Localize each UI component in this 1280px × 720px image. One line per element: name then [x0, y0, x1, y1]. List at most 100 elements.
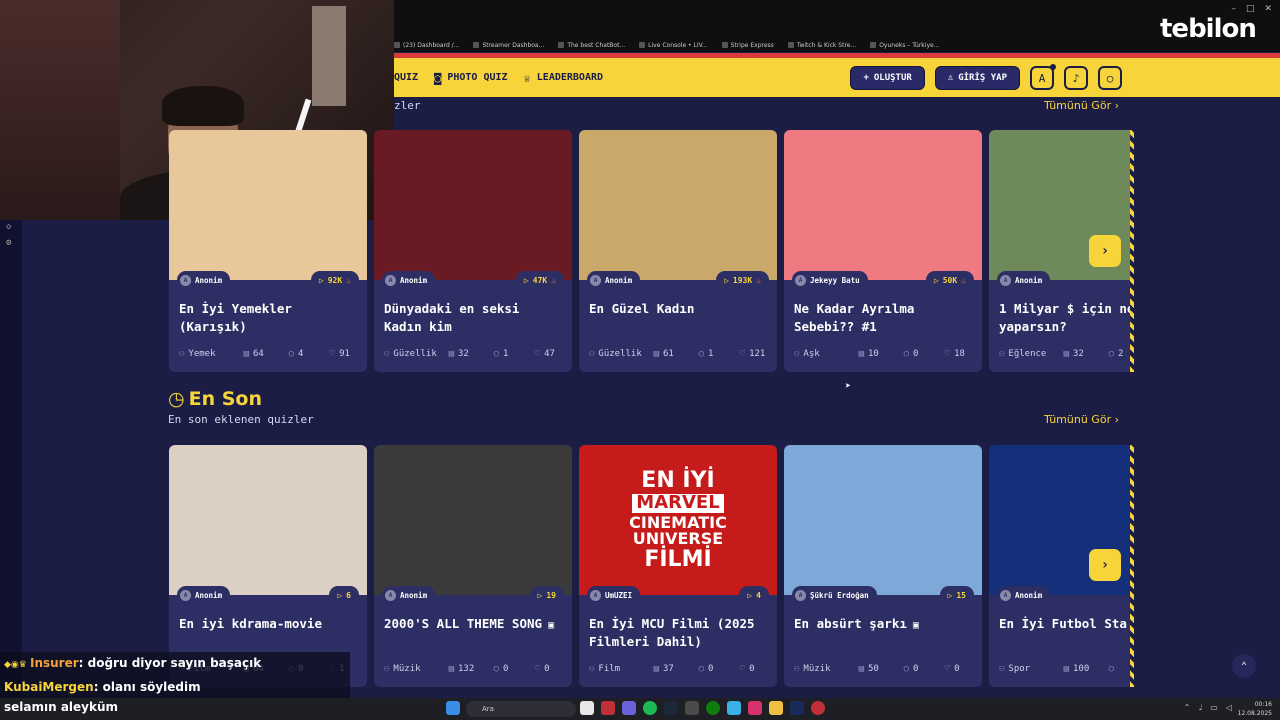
scroll-to-top-button[interactable]: ⌃ — [1232, 654, 1256, 678]
quiz-card[interactable]: A Anonim ▷ 92K ♨ En İyi Yemekler (Karışık) ⚇ Ye… — [169, 130, 367, 372]
question-count: 61 — [662, 349, 674, 359]
nav-leaderboard[interactable]: ♕ LEADERBOARD — [524, 71, 603, 85]
tag-icon: ⚇ — [999, 349, 1005, 359]
minimize-icon[interactable]: – — [1231, 4, 1236, 14]
quiz-title[interactable]: En Güzel Kadın — [589, 300, 769, 318]
quiz-title[interactable]: 2000'S ALL THEME SONG ▣ — [384, 615, 564, 635]
question-count-stat: ▤ 10 — [859, 349, 904, 359]
chat-text: : olanı söyledim — [93, 680, 201, 694]
images-icon: ▤ — [243, 349, 249, 359]
quiz-card[interactable]: A Anonim ▷ 193K ♨ En Güzel Kadın ⚇ Güzellik ▤ 61 ○… — [579, 130, 777, 372]
quiz-card[interactable]: A Jekeyy Batu ▷ 50K ♨ Ne Kadar Ayrılma Sebebi… — [784, 130, 982, 372]
chevron-up-icon[interactable]: ⌃ — [1184, 703, 1191, 712]
search-button[interactable]: ○ — [1098, 66, 1122, 90]
file-explorer-icon[interactable] — [580, 701, 594, 715]
bookmark-item[interactable]: The best ChatBot... — [558, 42, 625, 49]
quiz-title[interactable]: 1 Milyar $ için ne yaparsın? — [999, 300, 1133, 336]
quiz-title[interactable]: En İyi MCU Filmi (2025 Filmleri Dahil) — [589, 615, 769, 651]
volume-icon[interactable]: ◁ — [1226, 703, 1232, 712]
chevron-right-icon: › — [1100, 557, 1110, 573]
system-tray: ⌃ ♩ ▭ ◁ — [1184, 703, 1232, 712]
view-count: 19 — [546, 590, 556, 600]
maximize-icon[interactable]: □ — [1246, 4, 1255, 14]
popular-next-button[interactable]: › — [1089, 235, 1121, 267]
quiz-title[interactable]: Ne Kadar Ayrılma Sebebi?? #1 — [794, 300, 974, 336]
obs-icon[interactable] — [811, 701, 825, 715]
quiz-category-stat: ⚇ Spor — [999, 664, 1064, 674]
popular-see-all-link[interactable]: Tümünü Gör › — [1044, 99, 1119, 112]
author-badge: A Anonim — [382, 586, 436, 604]
notifications-button[interactable]: ♪ — [1064, 66, 1088, 90]
quiz-card[interactable]: EN İYİ MARVEL CINEMATIC UNIVERSE FİLMİ A UmUZE… — [579, 445, 777, 687]
comment-count: 0 — [502, 664, 509, 674]
latest-see-all-link[interactable]: Tümünü Gör › — [1044, 413, 1119, 426]
bookmark-item[interactable]: Live Console • LIV... — [639, 42, 708, 49]
author-name: Anonim — [400, 275, 428, 285]
chevron-right-icon: › — [1114, 413, 1119, 426]
quiz-card[interactable]: A Anonim ▷ 47K ♨ Dünyadaki en seksi Kadın kim… — [374, 130, 572, 372]
login-button[interactable]: ♙ GİRİŞ YAP — [934, 66, 1020, 90]
comment-icon: ○ — [288, 349, 294, 359]
edge-icon[interactable] — [727, 701, 741, 715]
bookmark-item[interactable]: Stripe Express — [721, 42, 774, 49]
quiz-title[interactable]: Dünyadaki en seksi Kadın kim — [384, 300, 564, 336]
author-badge: A Anonim — [997, 586, 1051, 604]
bookmark-label: Streamer Dashboa... — [482, 41, 545, 49]
chat-username: Insurer — [29, 656, 79, 670]
bookmark-favicon-icon — [473, 42, 480, 48]
nav-quiz[interactable]: QUIZ — [394, 72, 418, 83]
view-count-badge: ▷ 193K ♨ — [716, 271, 769, 289]
quiz-title[interactable]: En İyi Futbol Sta — [999, 615, 1133, 633]
quiz-card[interactable]: A Anonim ▷ 19 2000'S ALL THEME SONG ▣ ⚇ Müzik ▤… — [374, 445, 572, 687]
language-button[interactable]: A — [1030, 64, 1056, 90]
quiz-card[interactable]: AAnonim▷6En iyi kdrama-movie⚇Film▤64○0♡1 — [169, 445, 367, 687]
photoshop-icon[interactable] — [790, 701, 804, 715]
side-settings-icon[interactable]: ⚙ — [6, 238, 11, 248]
xbox-icon[interactable] — [706, 701, 720, 715]
microphone-icon[interactable]: ♩ — [1199, 703, 1203, 712]
create-label: OLUŞTUR — [873, 73, 912, 83]
avatar: A — [385, 589, 396, 601]
close-icon[interactable]: ✕ — [1264, 4, 1272, 14]
comment-count: 0 — [912, 349, 919, 359]
quiz-category-stat: ⚇ Aşk — [794, 349, 859, 359]
quiz-stats: ⚇ Müzik ▤ 132 ○ 0 ♡ 0 — [384, 664, 564, 674]
opera-icon[interactable] — [601, 701, 615, 715]
quiz-title-text: 1 Milyar $ için ne yaparsın? — [999, 301, 1133, 334]
avatar: A — [1000, 589, 1011, 601]
bookmark-item[interactable]: Twitch & Kick Stre... — [787, 42, 856, 49]
question-count-stat: ▤ 32 — [449, 349, 494, 359]
taskbar-clock[interactable]: 00:16 12.08.2025 — [1238, 700, 1272, 718]
heart-icon: ♡ — [739, 664, 746, 674]
bookmark-item[interactable]: (23) Dashboard /... — [394, 42, 459, 49]
nav-photo-quiz[interactable]: ◙ PHOTO QUIZ — [434, 71, 507, 85]
view-count-badge: ▷ 15 — [939, 586, 974, 604]
quiz-title-text: En absürt şarkı — [794, 616, 907, 631]
taskbar-search[interactable]: Ara — [466, 701, 576, 717]
spotify-icon[interactable] — [643, 701, 657, 715]
instagram-icon[interactable] — [748, 701, 762, 715]
steam-icon[interactable] — [664, 701, 678, 715]
side-extension-icon[interactable]: ◇ — [6, 222, 11, 232]
discord-icon[interactable] — [622, 701, 636, 715]
heart-icon: ♡ — [329, 349, 336, 359]
quiz-category: Müzik — [803, 664, 831, 674]
comment-icon: ○ — [1108, 664, 1114, 674]
latest-next-button[interactable]: › — [1089, 549, 1121, 581]
chat-text: : doğru diyor sayın başaçık — [78, 656, 262, 670]
question-count: 32 — [1072, 349, 1084, 359]
question-count: 132 — [457, 664, 475, 674]
app-icon[interactable] — [685, 701, 699, 715]
quiz-title[interactable]: En absürt şarkı ▣ — [794, 615, 974, 635]
folder-icon[interactable] — [769, 701, 783, 715]
quiz-title[interactable]: En İyi Yemekler (Karışık) — [179, 300, 359, 336]
create-button[interactable]: + OLUŞTUR — [850, 66, 925, 90]
windows-start-icon[interactable] — [446, 701, 460, 715]
quiz-card[interactable]: A Şükrü Erdoğan ▷ 15 En absürt şarkı ▣ ⚇ Müzik… — [784, 445, 982, 687]
bookmark-item[interactable]: Oyuneks – Türkiye... — [870, 42, 939, 49]
bookmark-item[interactable]: Streamer Dashboa... — [473, 42, 544, 49]
windows-taskbar: Ara ⌃ ♩ ▭ ◁ 00:16 12.08.2025 — [0, 698, 1280, 720]
images-icon: ▤ — [653, 664, 659, 674]
quiz-title[interactable]: En iyi kdrama-movie — [179, 615, 359, 633]
network-icon[interactable]: ▭ — [1210, 703, 1218, 712]
